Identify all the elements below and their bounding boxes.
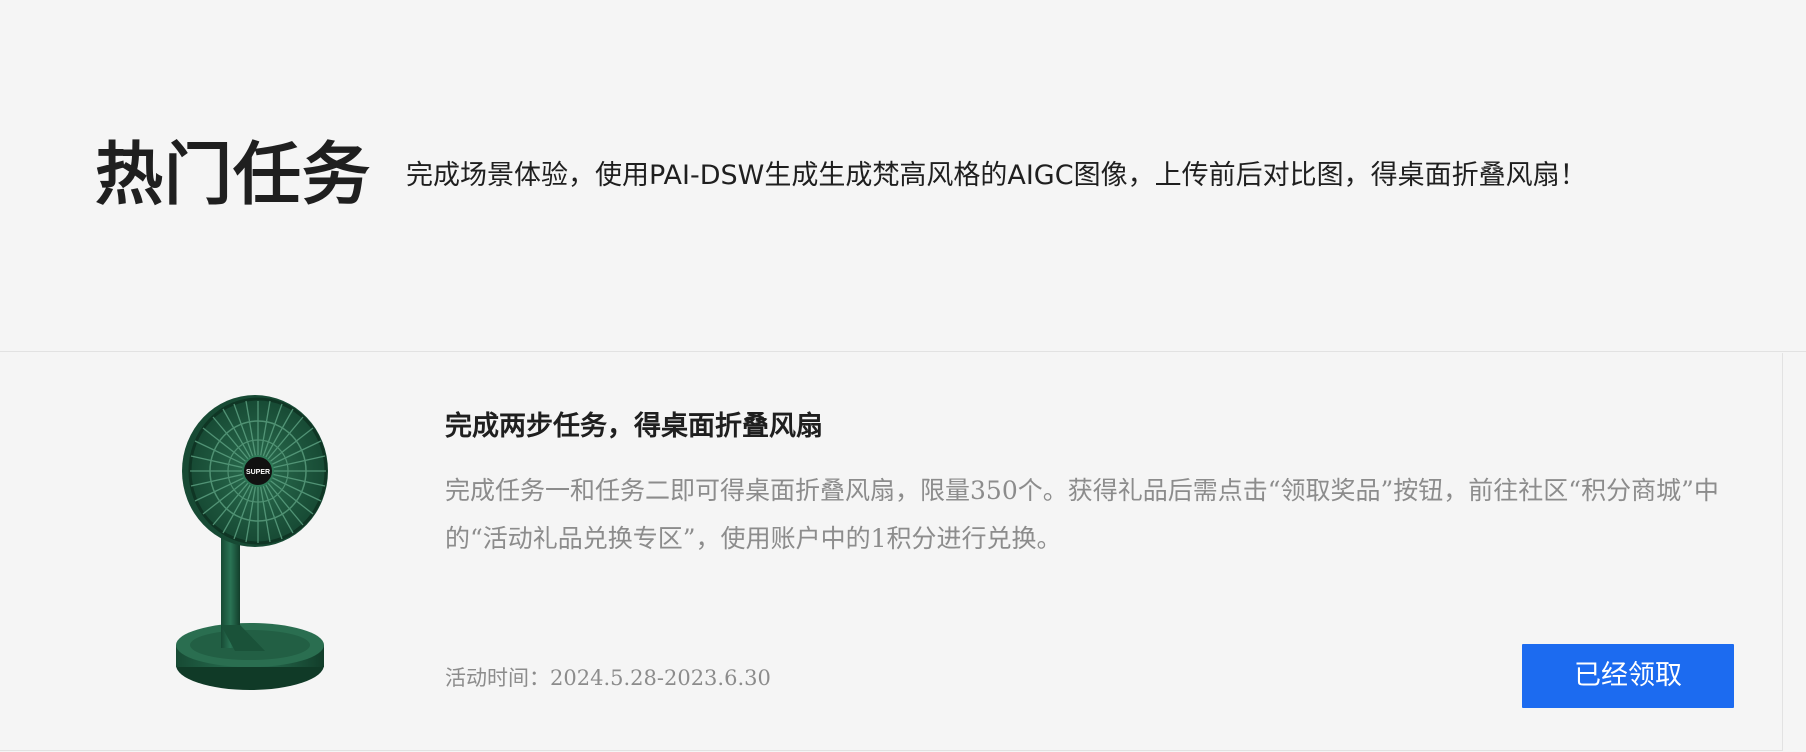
desk-fan-image: SUPER bbox=[176, 395, 328, 690]
activity-time-value: 2024.5.28-2023.6.30 bbox=[550, 666, 771, 690]
task-card: SUPER 完成两步任务，得桌面折叠风扇 完成任务一和任务二即可得桌面折叠风扇，… bbox=[0, 353, 1783, 751]
section-subtitle: 完成场景体验，使用PAI-DSW生成生成梵高风格的AIGC图像，上传前后对比图，… bbox=[406, 160, 1587, 191]
task-description: 完成任务一和任务二即可得桌面折叠风扇，限量350个。获得礼品后需点击“领取奖品”… bbox=[445, 476, 1719, 553]
activity-time: 活动时间：2024.5.28-2023.6.30 bbox=[445, 658, 771, 698]
page: 热门任务 完成场景体验，使用PAI-DSW生成生成梵高风格的AIGC图像，上传前… bbox=[0, 0, 1806, 752]
section-title: 热门任务 bbox=[95, 136, 372, 215]
claimed-button[interactable]: 已经领取 bbox=[1522, 644, 1734, 708]
fan-brand-logo: SUPER bbox=[246, 469, 270, 476]
hot-tasks-header: 热门任务 完成场景体验，使用PAI-DSW生成生成梵高风格的AIGC图像，上传前… bbox=[0, 0, 1806, 352]
activity-time-label: 活动时间： bbox=[445, 666, 550, 690]
task-title: 完成两步任务，得桌面折叠风扇 bbox=[445, 411, 823, 442]
